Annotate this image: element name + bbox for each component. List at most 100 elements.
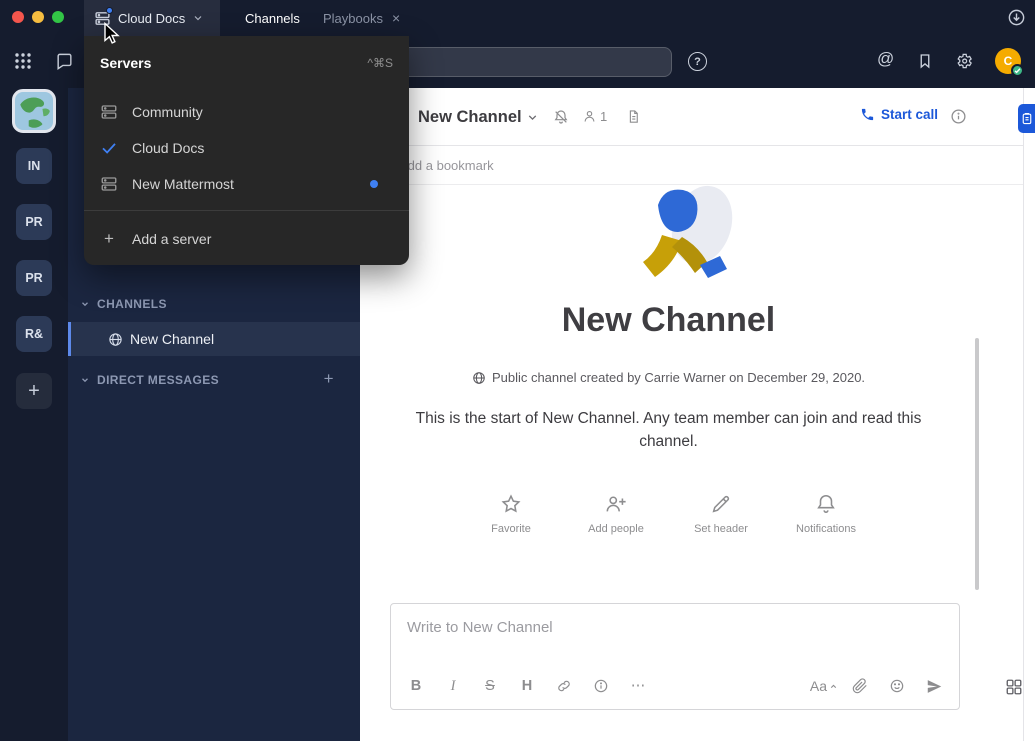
minimize-window-button[interactable] [32,11,44,23]
italic-button[interactable]: I [438,671,468,701]
menu-item-new-mattermost[interactable]: New Mattermost [84,166,409,202]
notifications-button[interactable]: Notifications [784,493,868,535]
globe-icon [108,332,123,347]
attach-file-button[interactable] [845,671,875,701]
sidebar-item-new-channel[interactable]: New Channel [68,322,360,356]
tab-channels[interactable]: Channels [245,0,300,36]
channel-intro-description: This is the start of New Channel. Any te… [360,407,977,453]
team-item-2[interactable]: PR [16,260,52,296]
servers-menu-title: Servers [100,55,367,71]
zoom-window-button[interactable] [52,11,64,23]
heading-button[interactable]: H [512,671,542,701]
set-header-button[interactable]: Set header [679,493,763,535]
add-people-button[interactable]: Add people [574,493,658,535]
team-item-3[interactable]: R& [16,316,52,352]
scrollbar[interactable] [975,338,979,590]
more-formatting-button[interactable]: ⋯ [623,671,653,701]
search-input[interactable] [371,48,671,76]
channel-header: New Channel 1 Start call [360,88,1023,146]
settings-gear-icon[interactable] [955,52,973,70]
person-plus-icon [604,493,628,515]
favorite-button[interactable]: Favorite [469,493,553,535]
composer-toolbar: B I S H ⋯ Aa [391,663,959,709]
add-server-label: Add a server [132,231,211,247]
mouse-cursor [101,22,123,46]
paperclip-icon [852,678,868,694]
link-button[interactable] [549,671,579,701]
favorite-label: Favorite [491,523,531,535]
menu-item-label: New Mattermost [132,176,234,192]
channel-intro-title: New Channel [360,301,977,340]
team-initials: IN [28,159,41,173]
channel-intro-meta: Public channel created by Carrie Warner … [360,370,977,385]
channel-intro-illustration [628,185,738,293]
send-button[interactable] [919,671,949,701]
window-controls [12,11,64,23]
online-status-badge [1011,64,1024,77]
text-format-toggle-button[interactable]: Aa [810,678,838,694]
message-composer: B I S H ⋯ Aa [390,603,960,710]
apps-grid-icon[interactable] [1005,678,1023,696]
team-item-0[interactable]: IN [16,148,52,184]
chevron-down-icon [192,12,204,24]
tab-playbooks-label: Playbooks [323,11,383,26]
info-button[interactable] [586,671,616,701]
send-icon [926,678,943,695]
channels-section-header[interactable]: CHANNELS [80,294,348,314]
member-count: 1 [600,109,607,124]
chevron-down-icon [526,111,539,124]
aa-label: Aa [810,678,827,694]
servers-dropdown-menu: Servers ^⌘S Community Cloud Docs New Mat… [84,36,409,265]
add-bookmark-label[interactable]: Add a bookmark [399,158,494,173]
add-server-button[interactable]: + Add a server [84,219,409,259]
team-item-1[interactable]: PR [16,204,52,240]
channels-section-label: CHANNELS [97,297,167,311]
direct-messages-section-header[interactable]: DIRECT MESSAGES + [80,370,348,390]
add-direct-message-button[interactable]: + [324,369,334,389]
update-download-icon[interactable] [1007,8,1026,27]
earth-icon [15,92,53,130]
bookmark-bar[interactable]: Add a bookmark [360,147,1023,185]
channel-created-text: Public channel created by Carrie Warner … [492,370,865,385]
info-icon [593,678,609,694]
team-initials: PR [25,271,42,285]
close-tab-icon[interactable]: × [392,11,400,25]
server-icon [100,103,118,121]
menu-item-community[interactable]: Community [84,94,409,130]
phone-icon [860,107,875,122]
start-call-label: Start call [881,107,938,122]
emoji-button[interactable] [882,671,912,701]
team-avatar-globe[interactable] [12,89,56,133]
user-avatar[interactable]: C [995,48,1021,74]
close-window-button[interactable] [12,11,24,23]
mentions-at-icon[interactable]: @ [877,49,894,69]
search-box[interactable] [370,47,672,77]
titlebar: Cloud Docs Channels Playbooks × [0,0,1035,36]
team-initials: PR [25,215,42,229]
product-switcher-grid-icon[interactable] [14,52,32,70]
message-input[interactable] [391,604,959,656]
channel-title-menu[interactable]: New Channel [418,88,539,146]
muted-bell-icon[interactable] [553,109,569,125]
chevron-up-icon [829,682,838,691]
star-icon [500,493,522,515]
pinned-files-icon[interactable] [626,109,641,124]
set-header-label: Set header [694,523,748,535]
channel-info-icon[interactable] [950,108,967,125]
menu-divider [84,210,409,211]
servers-menu-shortcut: ^⌘S [367,56,393,70]
team-sidebar: IN PR PR R& + [0,88,68,741]
strikethrough-button[interactable]: S [475,671,505,701]
help-icon[interactable]: ? [688,52,707,71]
unread-dot [370,180,378,188]
add-team-button[interactable]: + [16,373,52,409]
bold-button[interactable]: B [401,671,431,701]
channels-chat-icon[interactable] [55,52,74,71]
link-icon [556,678,572,694]
start-call-button[interactable]: Start call [860,107,938,122]
channel-members-button[interactable]: 1 [582,109,607,124]
playbooks-rail-button[interactable] [1018,104,1035,133]
saved-posts-icon[interactable] [916,52,934,70]
tab-playbooks[interactable]: Playbooks × [323,0,400,36]
menu-item-cloud-docs[interactable]: Cloud Docs [84,130,409,166]
